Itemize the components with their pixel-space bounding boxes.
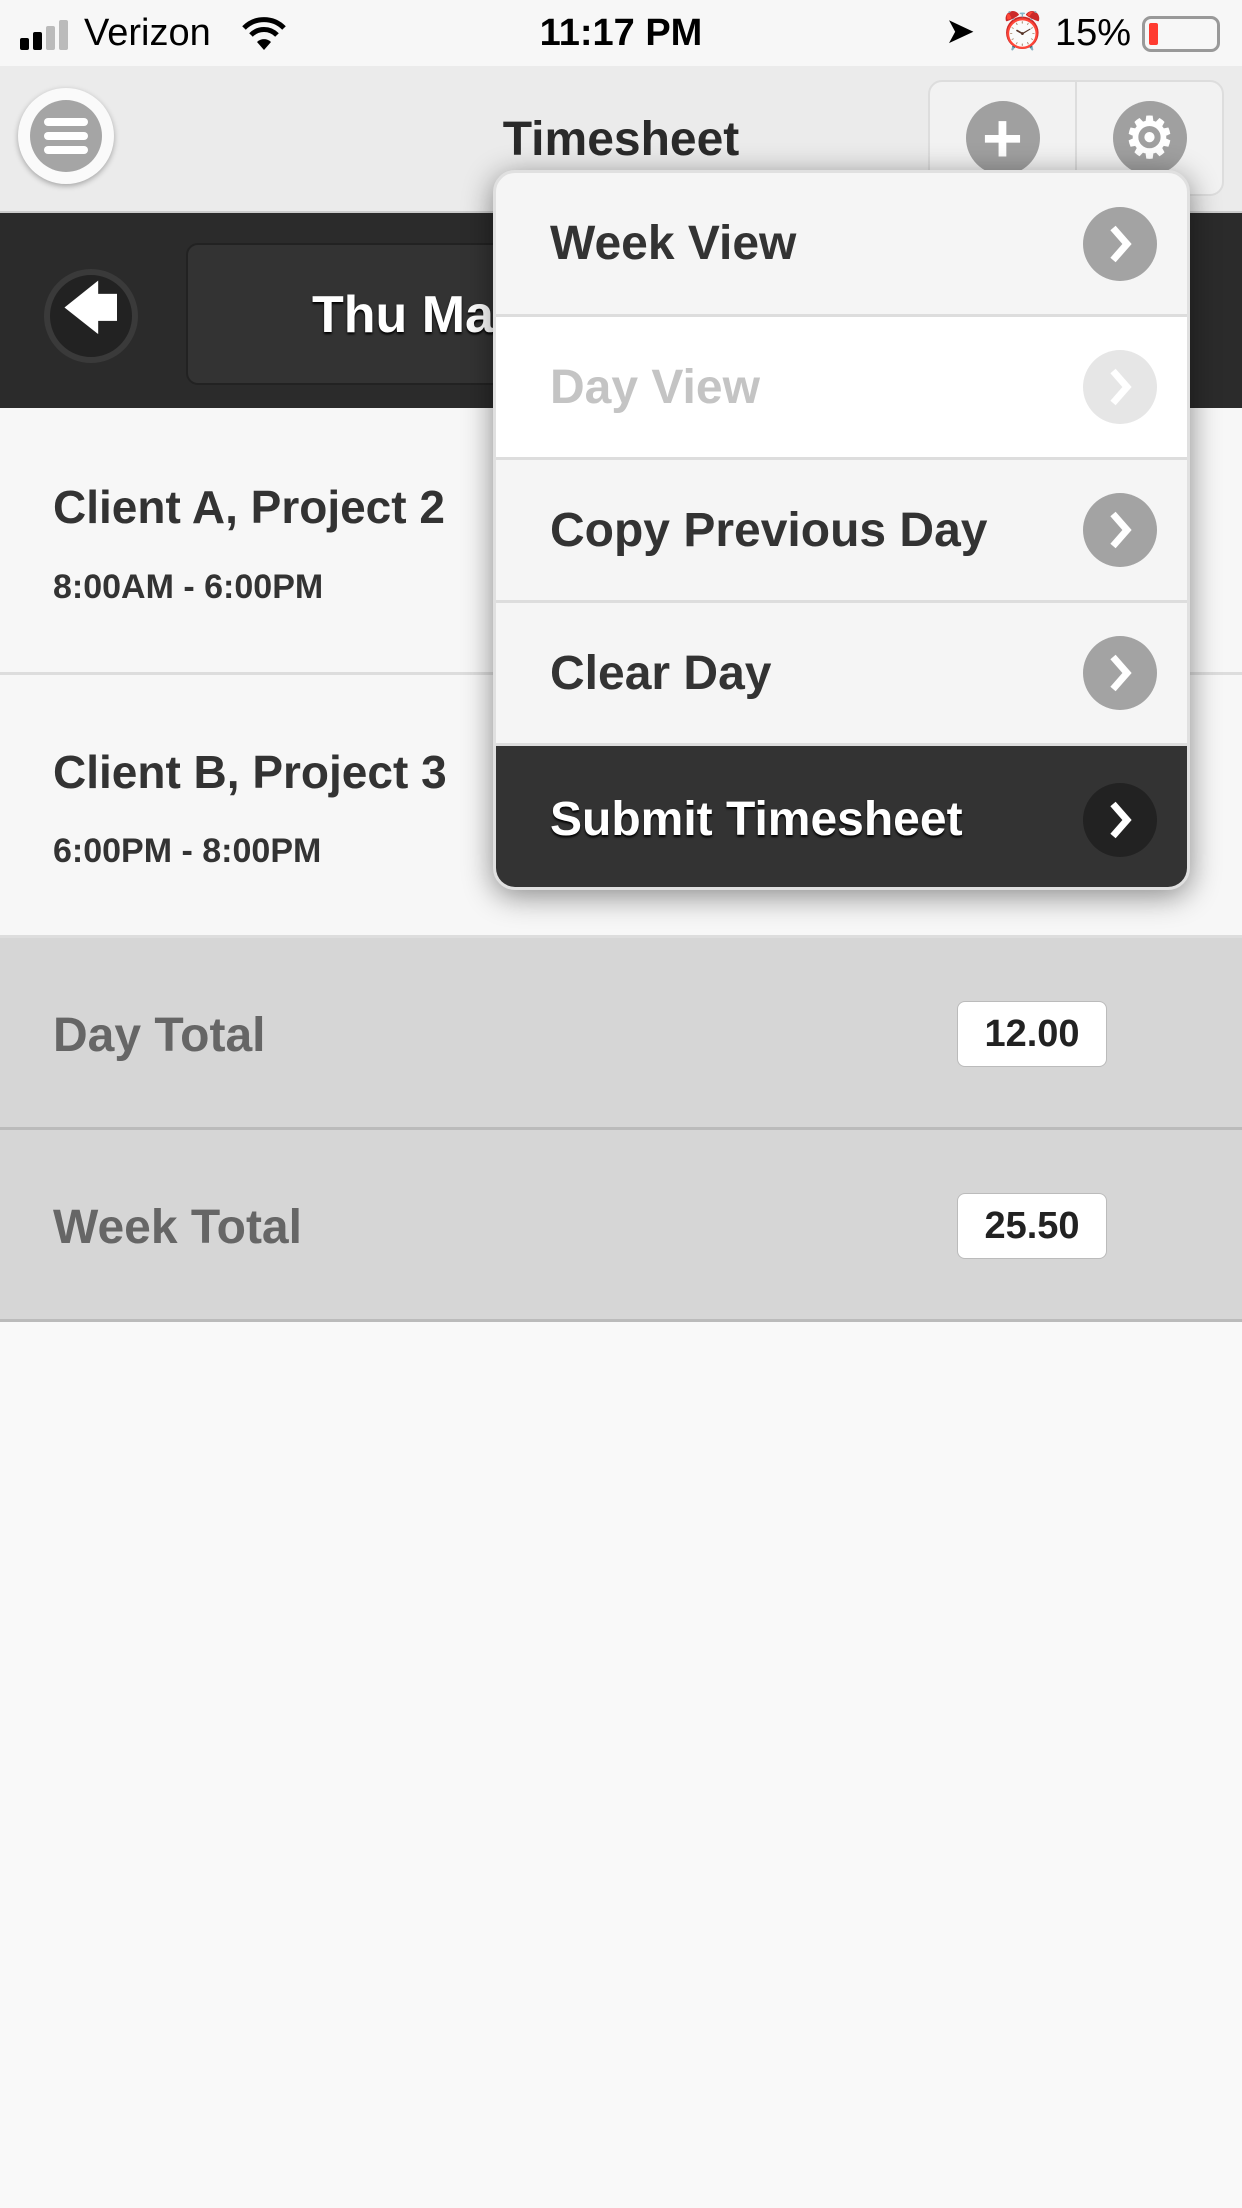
week-total-value: 25.50 [957, 1193, 1107, 1259]
arrow-left-icon: 🡄 [63, 279, 119, 339]
chevron-right-icon [1083, 350, 1157, 424]
plus-icon: + [965, 101, 1040, 175]
chevron-right-icon [1083, 493, 1157, 567]
menu-item-label: Copy Previous Day [550, 503, 988, 557]
date-label: Thu Ma [312, 286, 494, 344]
menu-item-copy-previous-day[interactable]: Copy Previous Day [496, 460, 1187, 603]
alarm-icon: ⏰ [1000, 10, 1045, 51]
gear-icon: ⚙ [1112, 101, 1187, 175]
week-total-label: Week Total [53, 1201, 302, 1254]
menu-item-day-view[interactable]: Day View [496, 317, 1187, 460]
status-bar: Verizon 11:17 PM ➤ ⏰ 15% [0, 0, 1242, 66]
entry-title: Client A, Project 2 [53, 481, 445, 533]
week-total-row: Week Total 25.50 [0, 1130, 1242, 1322]
menu-item-label: Week View [550, 217, 797, 270]
chevron-right-icon [1083, 782, 1157, 857]
actions-menu: Week View Day View Copy Previous Day Cle… [493, 170, 1190, 890]
menu-item-week-view[interactable]: Week View [496, 173, 1187, 317]
day-total-value: 12.00 [957, 1001, 1107, 1067]
menu-item-clear-day[interactable]: Clear Day [496, 603, 1187, 746]
menu-item-label: Submit Timesheet [550, 793, 963, 846]
chevron-right-icon [1083, 206, 1157, 281]
entry-time: 8:00AM - 6:00PM [53, 568, 324, 606]
previous-day-button[interactable]: 🡄 [44, 269, 138, 363]
battery-icon [1142, 16, 1220, 52]
entry-title: Client B, Project 3 [53, 746, 447, 798]
chevron-right-icon [1083, 636, 1157, 710]
day-total-label: Day Total [53, 1009, 266, 1062]
location-icon: ➤ [945, 10, 976, 51]
menu-item-label: Clear Day [550, 646, 772, 700]
entry-time: 6:00PM - 8:00PM [53, 832, 322, 870]
battery-percent: 15% [1055, 12, 1132, 54]
menu-item-label: Day View [550, 360, 760, 414]
day-total-row: Day Total 12.00 [0, 938, 1242, 1130]
menu-item-submit-timesheet[interactable]: Submit Timesheet [496, 746, 1187, 887]
